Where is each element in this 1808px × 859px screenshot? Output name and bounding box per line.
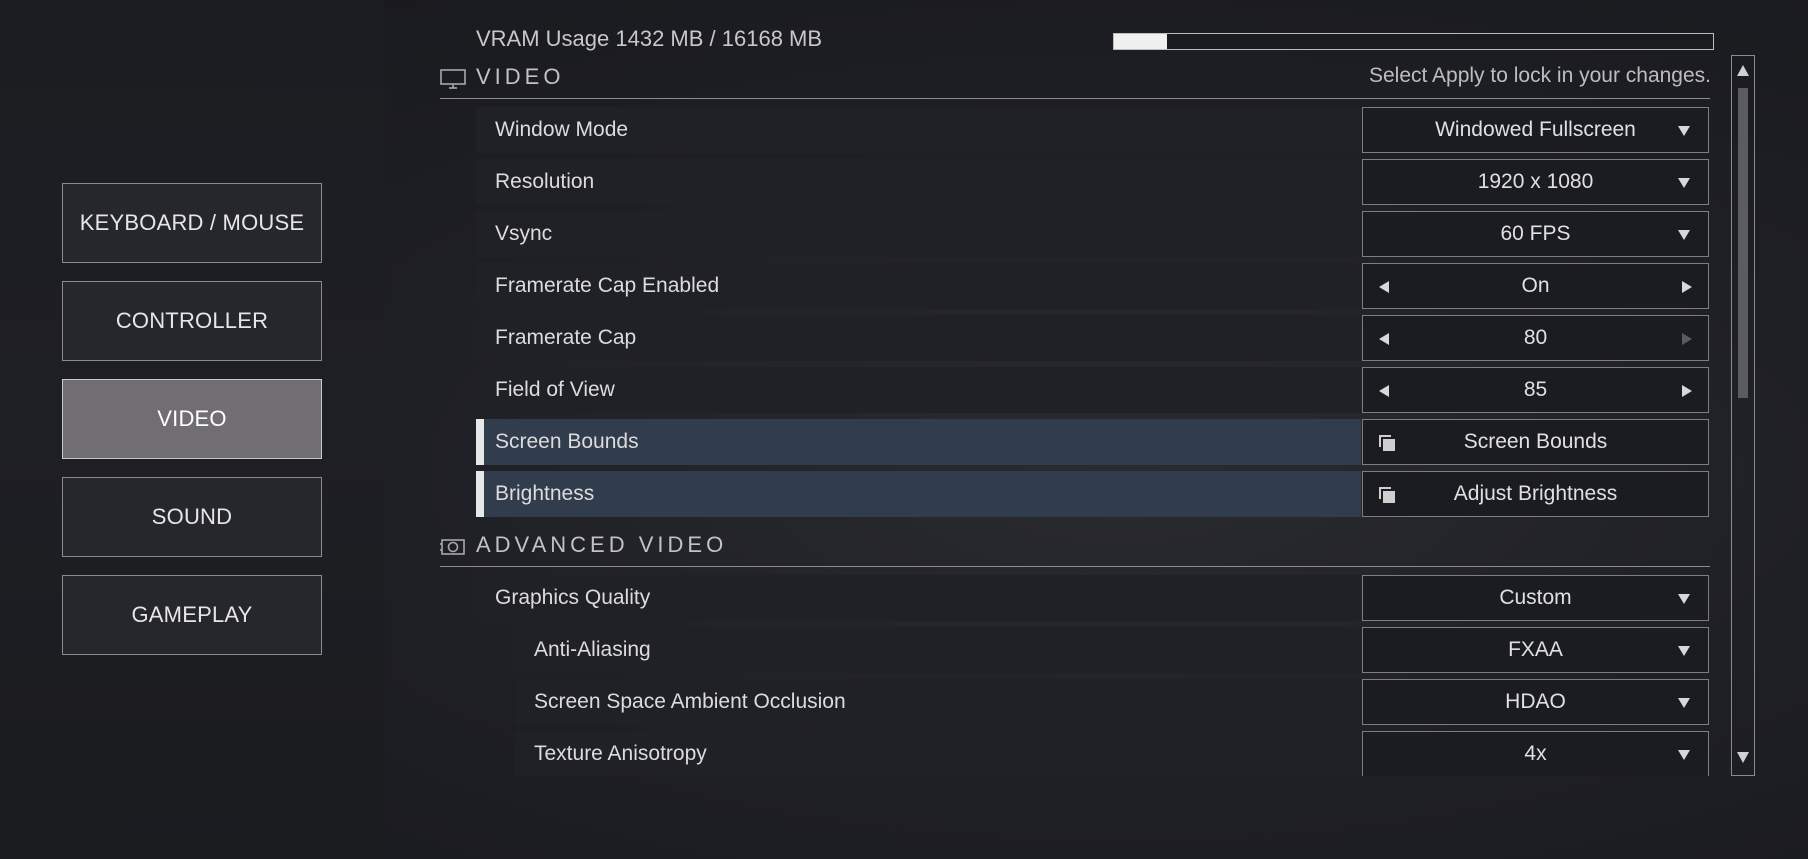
- ssao-dropdown[interactable]: HDAO: [1362, 679, 1709, 725]
- setting-label: Framerate Cap Enabled: [495, 274, 720, 297]
- anti-aliasing-value: FXAA: [1508, 638, 1563, 661]
- field-of-view-value: 85: [1523, 378, 1548, 401]
- window-mode-dropdown[interactable]: Windowed Fullscreen: [1362, 107, 1709, 153]
- screen-bounds-value: Screen Bounds: [1463, 430, 1608, 453]
- nav-video-label: VIDEO: [157, 406, 227, 431]
- setting-row-framerate-cap[interactable]: Framerate Cap: [476, 315, 1361, 361]
- video-section-title: VIDEO: [476, 64, 565, 89]
- setting-label: Framerate Cap: [495, 326, 637, 349]
- chevron-down-icon: [1678, 178, 1690, 188]
- scroll-down-icon[interactable]: [1737, 752, 1749, 763]
- setting-label: Vsync: [495, 222, 553, 245]
- vram-usage-fill: [1114, 34, 1168, 49]
- setting-row-window-mode[interactable]: Window Mode: [476, 107, 1361, 153]
- arrow-right-icon[interactable]: [1682, 281, 1692, 293]
- setting-label: Resolution: [495, 170, 595, 193]
- vsync-value: 60 FPS: [1500, 222, 1571, 245]
- settings-scrollbar[interactable]: [1731, 55, 1755, 776]
- nav-gameplay-label: GAMEPLAY: [131, 602, 253, 627]
- anti-aliasing-dropdown[interactable]: FXAA: [1362, 627, 1709, 673]
- setting-label: Window Mode: [495, 118, 629, 141]
- vram-usage-bar: [1113, 33, 1714, 50]
- setting-row-framerate-cap-enabled[interactable]: Framerate Cap Enabled: [476, 263, 1361, 309]
- advanced-video-section-header: ADVANCED VIDEO: [440, 530, 1710, 567]
- setting-row-ssao[interactable]: Screen Space Ambient Occlusion: [515, 679, 1361, 725]
- apply-hint-text: Select Apply to lock in your changes.: [1368, 64, 1711, 87]
- arrow-right-icon[interactable]: [1682, 385, 1692, 397]
- setting-row-screen-bounds[interactable]: Screen Bounds: [476, 419, 1361, 465]
- nav-keyboard-mouse-button[interactable]: KEYBOARD / MOUSE: [62, 183, 322, 263]
- setting-label: Screen Bounds: [495, 430, 639, 453]
- graphics-quality-value: Custom: [1499, 586, 1572, 609]
- chevron-down-icon: [1678, 594, 1690, 604]
- nav-gameplay-button[interactable]: GAMEPLAY: [62, 575, 322, 655]
- nav-controller-button[interactable]: CONTROLLER: [62, 281, 322, 361]
- texture-anisotropy-dropdown[interactable]: 4x: [1362, 731, 1709, 776]
- chevron-down-icon: [1678, 750, 1690, 760]
- field-of-view-stepper[interactable]: 85: [1362, 367, 1709, 413]
- settings-category-sidebar: KEYBOARD / MOUSE CONTROLLER VIDEO SOUND …: [0, 0, 385, 859]
- graphics-card-icon: [440, 539, 465, 555]
- advanced-video-section-title: ADVANCED VIDEO: [476, 532, 728, 557]
- setting-label: Anti-Aliasing: [534, 638, 651, 661]
- nav-controller-label: CONTROLLER: [115, 308, 269, 333]
- setting-row-field-of-view[interactable]: Field of View: [476, 367, 1361, 413]
- ssao-value: HDAO: [1505, 690, 1566, 713]
- chevron-down-icon: [1678, 646, 1690, 656]
- setting-row-resolution[interactable]: Resolution: [476, 159, 1361, 205]
- brightness-value: Adjust Brightness: [1453, 482, 1618, 505]
- graphics-quality-dropdown[interactable]: Custom: [1362, 575, 1709, 621]
- setting-label: Field of View: [495, 378, 615, 401]
- setting-row-graphics-quality[interactable]: Graphics Quality: [476, 575, 1361, 621]
- nav-keyboard-mouse-label: KEYBOARD / MOUSE: [79, 210, 305, 235]
- setting-label: Texture Anisotropy: [534, 742, 707, 765]
- resolution-value: 1920 x 1080: [1477, 170, 1594, 193]
- chevron-down-icon: [1678, 698, 1690, 708]
- framerate-cap-stepper[interactable]: 80: [1362, 315, 1709, 361]
- monitor-icon: [440, 69, 466, 89]
- vsync-dropdown[interactable]: 60 FPS: [1362, 211, 1709, 257]
- adjust-brightness-button[interactable]: Adjust Brightness: [1362, 471, 1709, 517]
- nav-sound-button[interactable]: SOUND: [62, 477, 322, 557]
- setting-label: Brightness: [495, 482, 595, 505]
- chevron-down-icon: [1678, 126, 1690, 136]
- video-section-header: VIDEO Select Apply to lock in your chang…: [440, 62, 1711, 99]
- setting-row-brightness[interactable]: Brightness: [476, 471, 1361, 517]
- setting-label: Graphics Quality: [495, 586, 651, 609]
- vram-usage-label: VRAM Usage 1432 MB / 16168 MB: [476, 26, 823, 51]
- row-accent-bar: [476, 471, 484, 517]
- setting-row-anti-aliasing[interactable]: Anti-Aliasing: [515, 627, 1361, 673]
- framerate-cap-enabled-stepper[interactable]: On: [1362, 263, 1709, 309]
- setting-label: Screen Space Ambient Occlusion: [534, 690, 846, 713]
- setting-row-texture-anisotropy[interactable]: Texture Anisotropy: [515, 731, 1361, 776]
- row-accent-bar: [476, 419, 484, 465]
- chevron-down-icon: [1678, 230, 1690, 240]
- nav-video-button[interactable]: VIDEO: [62, 379, 322, 459]
- window-mode-value: Windowed Fullscreen: [1435, 118, 1636, 141]
- nav-sound-label: SOUND: [151, 504, 233, 529]
- scroll-up-icon[interactable]: [1737, 65, 1749, 76]
- framerate-cap-enabled-value: On: [1521, 274, 1550, 297]
- scrollbar-thumb[interactable]: [1738, 88, 1748, 398]
- arrow-right-icon: [1682, 333, 1692, 345]
- resolution-dropdown[interactable]: 1920 x 1080: [1362, 159, 1709, 205]
- screen-bounds-button[interactable]: Screen Bounds: [1362, 419, 1709, 465]
- setting-row-vsync[interactable]: Vsync: [476, 211, 1361, 257]
- texture-anisotropy-value: 4x: [1524, 742, 1547, 765]
- framerate-cap-value: 80: [1523, 326, 1548, 349]
